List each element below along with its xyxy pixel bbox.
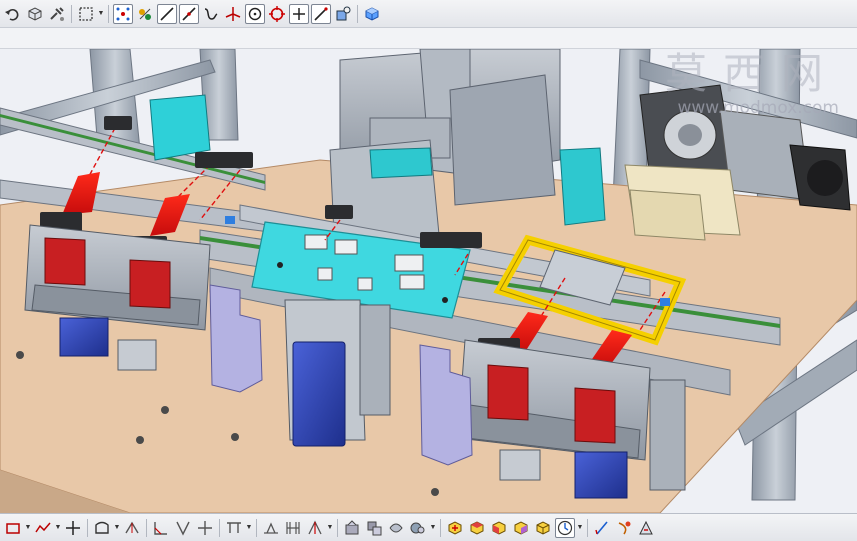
bottom-toolbar: ▼ ▼ ▼ ▼ ▼ ▼ ▼ bbox=[0, 513, 857, 541]
line-icon[interactable] bbox=[157, 3, 177, 24]
mounting-hole bbox=[136, 436, 144, 444]
assembly-model bbox=[0, 49, 857, 513]
toolbar-substrip bbox=[0, 28, 857, 49]
diagonal-line-icon[interactable] bbox=[179, 3, 199, 24]
trim-icon[interactable] bbox=[195, 518, 215, 538]
dropdown-arrow-icon[interactable]: ▼ bbox=[245, 524, 253, 531]
undo-icon[interactable] bbox=[3, 4, 23, 24]
mounting-hole bbox=[431, 488, 439, 496]
dropdown-arrow-icon[interactable]: ▼ bbox=[576, 524, 584, 531]
dropdown-arrow-icon[interactable]: ▼ bbox=[326, 524, 334, 531]
projection-icon[interactable] bbox=[122, 518, 142, 538]
break-icon[interactable] bbox=[224, 518, 244, 538]
toolbar-separator bbox=[357, 4, 358, 23]
constraint-icon[interactable] bbox=[261, 518, 281, 538]
circle-point-icon[interactable] bbox=[245, 3, 265, 24]
axis-system-icon[interactable] bbox=[223, 4, 243, 24]
mirror-icon[interactable] bbox=[305, 518, 325, 538]
analysis-icon[interactable] bbox=[636, 518, 656, 538]
view-top-icon[interactable] bbox=[467, 518, 487, 538]
profile-icon[interactable] bbox=[92, 518, 112, 538]
chamfer-icon[interactable] bbox=[151, 518, 171, 538]
cylinder-block bbox=[624, 164, 741, 241]
view-iso-icon[interactable] bbox=[533, 518, 553, 538]
dropdown-arrow-icon[interactable]: ▼ bbox=[54, 524, 62, 531]
hide-icon[interactable] bbox=[408, 518, 428, 538]
view-right-icon[interactable] bbox=[511, 518, 531, 538]
corner-icon[interactable] bbox=[173, 518, 193, 538]
dimension-icon[interactable] bbox=[283, 518, 303, 538]
snap-points-icon[interactable] bbox=[113, 3, 133, 24]
toolbar-separator bbox=[108, 4, 109, 23]
selection-box-icon[interactable] bbox=[76, 4, 96, 24]
cad-3d-viewport[interactable]: 莫西网 www.modmox.com bbox=[0, 49, 857, 513]
scale-icon[interactable] bbox=[386, 518, 406, 538]
toolbar-separator bbox=[256, 518, 257, 537]
toolbar-separator bbox=[71, 4, 72, 23]
toolbar-separator bbox=[87, 518, 88, 537]
inertia-icon[interactable] bbox=[614, 518, 634, 538]
mounting-hole bbox=[16, 351, 24, 359]
indicator-light bbox=[660, 298, 670, 306]
cube-icon[interactable] bbox=[362, 4, 382, 24]
toolbar-separator bbox=[440, 518, 441, 537]
dropdown-arrow-icon[interactable]: ▼ bbox=[97, 10, 105, 17]
slash-line-icon[interactable] bbox=[311, 3, 331, 24]
point-icon[interactable] bbox=[63, 518, 83, 538]
cross-point-icon[interactable] bbox=[289, 3, 309, 24]
clock-view-icon[interactable] bbox=[555, 517, 575, 538]
solid-icon[interactable] bbox=[25, 4, 45, 24]
sketch-constraints-icon[interactable] bbox=[135, 4, 155, 24]
indicator-light bbox=[225, 216, 235, 224]
toolbar-separator bbox=[219, 518, 220, 537]
symmetry-icon[interactable] bbox=[342, 518, 362, 538]
spline-icon[interactable] bbox=[201, 4, 221, 24]
mounting-hole bbox=[161, 406, 169, 414]
dropdown-arrow-icon[interactable]: ▼ bbox=[429, 524, 437, 531]
toolbar-separator bbox=[337, 518, 338, 537]
render-style-icon[interactable] bbox=[333, 4, 353, 24]
rectangle-icon[interactable] bbox=[3, 518, 23, 538]
target-circle-icon[interactable] bbox=[267, 4, 287, 24]
dropdown-arrow-icon[interactable]: ▼ bbox=[113, 524, 121, 531]
measure-icon[interactable] bbox=[592, 518, 612, 538]
toolbar-separator bbox=[146, 518, 147, 537]
fit-all-icon[interactable] bbox=[445, 518, 465, 538]
dropdown-arrow-icon[interactable]: ▼ bbox=[24, 524, 32, 531]
tools-icon[interactable] bbox=[47, 4, 67, 24]
mounting-hole bbox=[231, 433, 239, 441]
toolbar-separator bbox=[587, 518, 588, 537]
view-front-icon[interactable] bbox=[489, 518, 509, 538]
curve-icon[interactable] bbox=[33, 518, 53, 538]
rotate-icon[interactable] bbox=[364, 518, 384, 538]
top-toolbar: ▼ bbox=[0, 0, 857, 28]
